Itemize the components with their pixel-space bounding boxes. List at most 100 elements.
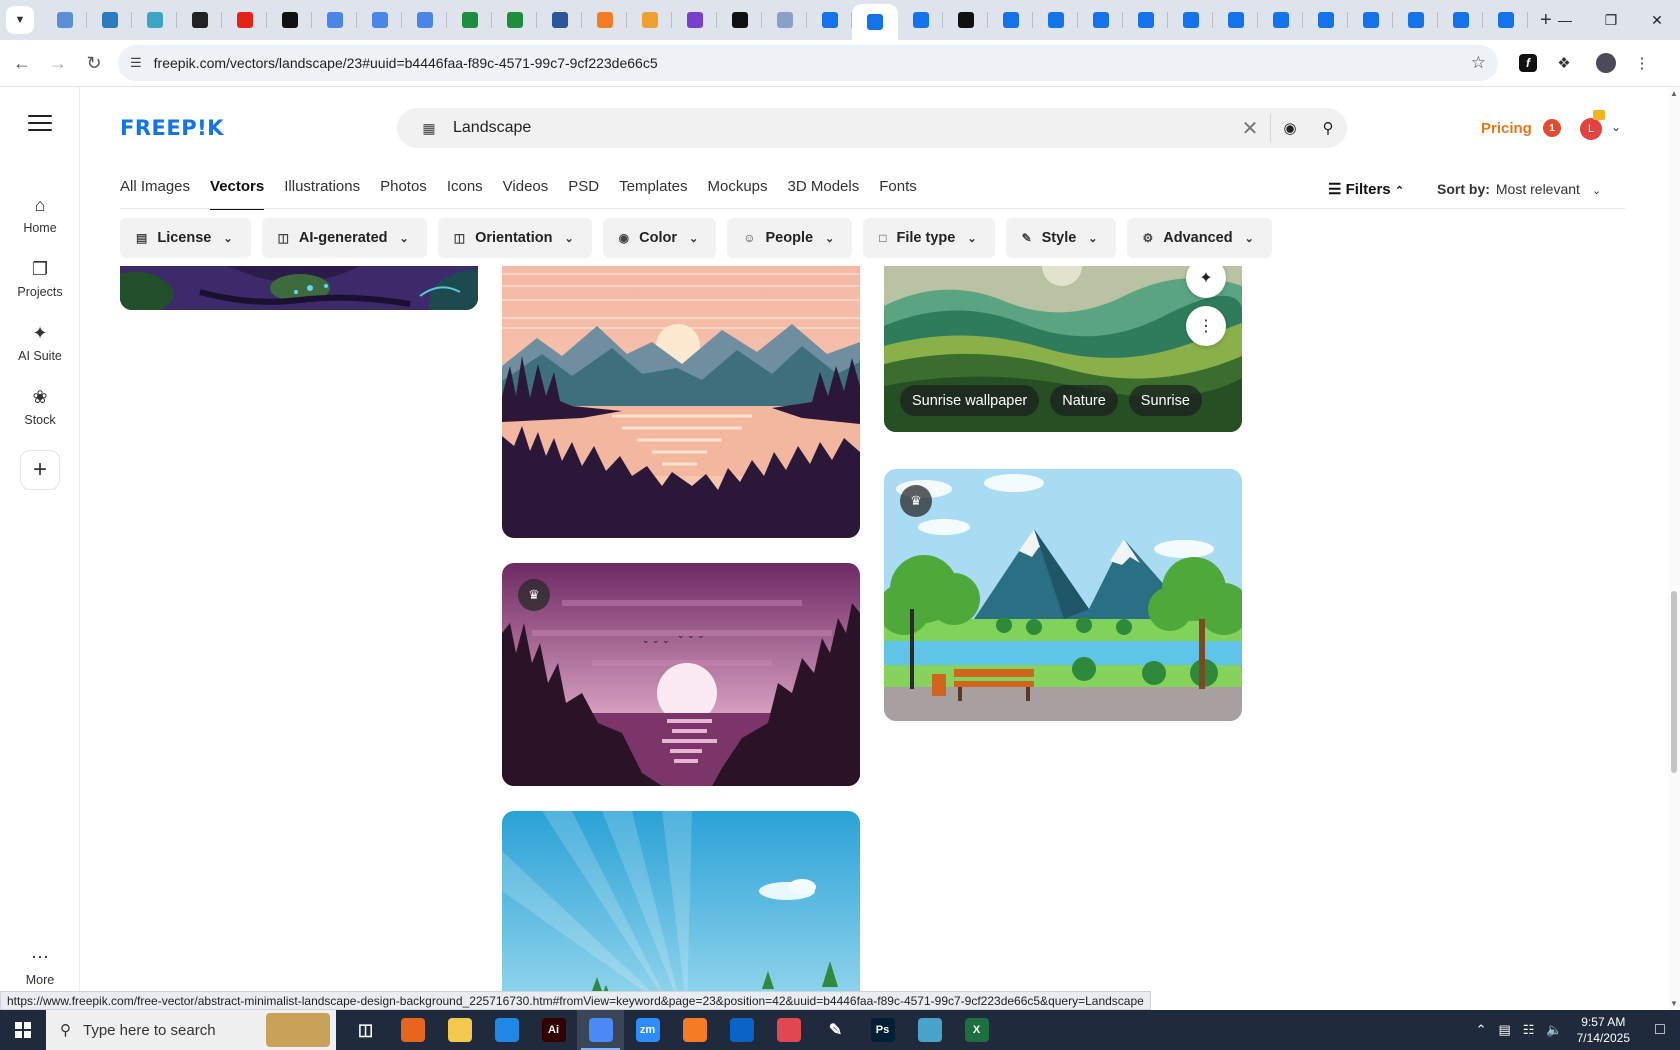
browser-tab[interactable] — [1303, 0, 1348, 40]
tab-mockups[interactable]: Mockups — [707, 178, 767, 210]
sidebar-item-ai-suite[interactable]: ✦ AI Suite — [0, 323, 80, 363]
add-button[interactable]: + — [20, 450, 60, 490]
browser-tab[interactable] — [312, 0, 357, 40]
tab-illustrations[interactable]: Illustrations — [284, 178, 360, 210]
restore-button[interactable]: ❐ — [1588, 0, 1634, 40]
taskbar-app[interactable]: ✎ — [812, 1010, 859, 1050]
profile-avatar-icon[interactable] — [1588, 45, 1624, 81]
browser-tab[interactable] — [582, 0, 627, 40]
bookmark-star-icon[interactable]: ☆ — [1471, 53, 1486, 73]
forward-button[interactable]: → — [40, 45, 76, 81]
browser-tab[interactable] — [1258, 0, 1303, 40]
start-button[interactable] — [0, 1010, 46, 1050]
camera-search-icon[interactable]: ◉ — [1271, 119, 1309, 137]
browser-tab[interactable] — [898, 0, 943, 40]
taskbar-clock[interactable]: 9:57 AM 7/14/2025 — [1577, 1014, 1630, 1046]
tag-chip[interactable]: Sunrise wallpaper — [900, 385, 1040, 416]
back-button[interactable]: ← — [4, 45, 40, 81]
clear-search-icon[interactable]: ✕ — [1230, 116, 1270, 141]
tag-chip[interactable]: Sunrise — [1128, 385, 1202, 416]
filter-chip-file-type[interactable]: □ File type ⌄ — [863, 218, 995, 258]
browser-tab[interactable] — [447, 0, 492, 40]
address-bar[interactable]: ☰ freepik.com/vectors/landscape/23#uuid=… — [118, 45, 1498, 81]
tab-templates[interactable]: Templates — [619, 178, 687, 210]
taskbar-app[interactable]: X — [953, 1010, 1000, 1050]
extensions-puzzle-icon[interactable]: ❖ — [1546, 45, 1582, 81]
browser-tab[interactable] — [1033, 0, 1078, 40]
network-icon[interactable]: ▤ — [1498, 1022, 1510, 1038]
taskbar-app[interactable] — [436, 1010, 483, 1050]
browser-tab[interactable] — [717, 0, 762, 40]
filters-toggle[interactable]: ☰ Filters ⌃ — [1328, 180, 1404, 198]
browser-tab[interactable] — [1348, 0, 1393, 40]
more-options-button[interactable]: ⋮ — [1186, 306, 1226, 346]
browser-tab[interactable] — [762, 0, 807, 40]
tab-all-images[interactable]: All Images — [120, 178, 190, 210]
scroll-down-icon[interactable]: ▼ — [1670, 999, 1678, 1008]
filter-chip-color[interactable]: ◉ Color ⌄ — [602, 218, 717, 258]
taskbar-app[interactable] — [718, 1010, 765, 1050]
sidebar-item-stock[interactable]: ❀ Stock — [0, 387, 80, 427]
tab-videos[interactable]: Videos — [503, 178, 549, 210]
hamburger-menu-icon[interactable] — [28, 115, 52, 133]
user-avatar[interactable]: L — [1580, 118, 1602, 140]
notification-center-icon[interactable]: □ — [1640, 1021, 1680, 1039]
tag-chip[interactable]: Nature — [1050, 385, 1118, 416]
minimize-button[interactable]: — — [1542, 0, 1588, 40]
chevron-down-icon[interactable]: ⌄ — [1611, 120, 1621, 134]
sort-dropdown[interactable]: Sort by: Most relevant ⌄ — [1437, 181, 1601, 197]
search-bar[interactable]: ▦ Landscape ✕ ◉ ⚲ — [397, 108, 1347, 148]
browser-tab[interactable] — [267, 0, 312, 40]
sidebar-item-projects[interactable]: ❐ Projects — [0, 259, 80, 299]
taskbar-app[interactable]: Ps — [859, 1010, 906, 1050]
result-card[interactable]: ✦ ⋮ Sunrise wallpaper Nature Sunrise — [884, 266, 1242, 432]
reload-button[interactable]: ↻ — [76, 45, 112, 81]
taskbar-app[interactable] — [765, 1010, 812, 1050]
browser-tab[interactable] — [492, 0, 537, 40]
browser-tab[interactable] — [672, 0, 717, 40]
browser-tab[interactable] — [1393, 0, 1438, 40]
taskbar-app[interactable] — [483, 1010, 530, 1050]
browser-tab[interactable] — [537, 0, 582, 40]
filter-chip-style[interactable]: ✎ Style ⌄ — [1005, 218, 1116, 258]
scroll-up-icon[interactable]: ▲ — [1670, 89, 1678, 98]
browser-tab[interactable] — [1213, 0, 1258, 40]
browser-tab[interactable] — [42, 0, 87, 40]
extension-f-icon[interactable]: f — [1510, 45, 1546, 81]
scrollbar-thumb[interactable] — [1671, 591, 1677, 773]
filter-chip-advanced[interactable]: ⚙ Advanced ⌄ — [1126, 218, 1272, 258]
filter-chip-license[interactable]: ▤ License ⌄ — [120, 218, 251, 258]
result-card[interactable] — [502, 266, 860, 538]
browser-tab[interactable] — [132, 0, 177, 40]
browser-tab[interactable] — [1168, 0, 1213, 40]
tab-fonts[interactable]: Fonts — [879, 178, 917, 210]
notification-badge[interactable]: 1 — [1543, 119, 1561, 137]
taskbar-app[interactable] — [577, 1010, 624, 1050]
volume-icon[interactable]: 🔈 — [1546, 1022, 1562, 1038]
taskbar-app[interactable]: Ai — [530, 1010, 577, 1050]
result-card[interactable]: ⌄ ⌄ ⌄ ⌄ ⌄ ⌄ ♛ — [502, 563, 860, 786]
browser-menu-icon[interactable]: ⋮ — [1624, 45, 1660, 81]
result-card[interactable]: ♛ — [884, 469, 1242, 721]
browser-tab[interactable] — [402, 0, 447, 40]
tab-icons[interactable]: Icons — [447, 178, 483, 210]
taskbar-app[interactable] — [389, 1010, 436, 1050]
tab-vectors[interactable]: Vectors — [210, 178, 265, 210]
chevron-up-icon[interactable]: ⌃ — [1476, 1022, 1487, 1038]
tab-psd[interactable]: PSD — [568, 178, 599, 210]
browser-tab[interactable] — [1123, 0, 1168, 40]
taskbar-app[interactable]: ◫ — [342, 1010, 389, 1050]
browser-tab[interactable] — [1438, 0, 1483, 40]
wifi-icon[interactable]: ☷ — [1523, 1022, 1535, 1038]
browser-tab[interactable] — [177, 0, 222, 40]
search-input[interactable]: Landscape — [453, 119, 1230, 137]
taskbar-app[interactable] — [671, 1010, 718, 1050]
tab-photos[interactable]: Photos — [380, 178, 427, 210]
taskbar-app[interactable] — [906, 1010, 953, 1050]
result-card[interactable] — [120, 266, 478, 310]
search-type-icon[interactable]: ▦ — [409, 120, 449, 137]
browser-tab[interactable] — [852, 4, 898, 40]
filter-chip-ai-generated[interactable]: ◫ AI-generated ⌄ — [261, 218, 427, 258]
result-card[interactable] — [502, 811, 860, 1010]
browser-tab[interactable] — [1483, 0, 1528, 40]
